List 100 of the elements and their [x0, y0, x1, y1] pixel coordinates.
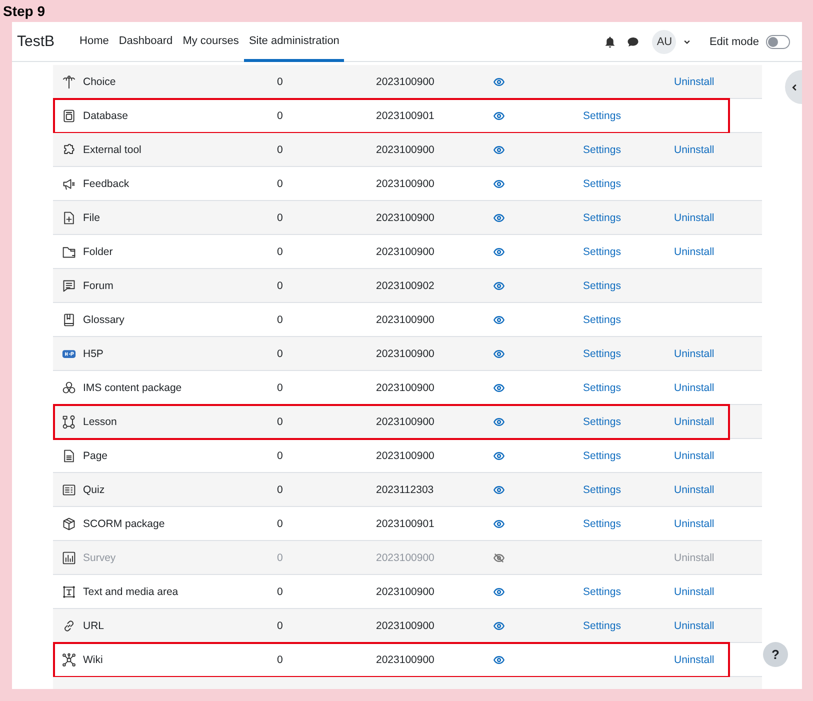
- usage-count: 0: [277, 314, 284, 326]
- uninstall-link[interactable]: Uninstall: [674, 76, 714, 88]
- uninstall-link[interactable]: Uninstall: [674, 348, 714, 360]
- settings-link[interactable]: Settings: [583, 348, 621, 360]
- eye-icon[interactable]: [493, 314, 505, 326]
- eye-icon[interactable]: [493, 144, 505, 156]
- eye-slash-icon[interactable]: [493, 552, 505, 564]
- eye-icon[interactable]: [493, 178, 505, 190]
- chevron-left-icon: [790, 82, 799, 92]
- uninstall-link[interactable]: Uninstall: [674, 144, 714, 156]
- settings-link[interactable]: Settings: [583, 144, 621, 156]
- plugin-name: Database: [83, 110, 129, 122]
- text-frame-icon: [62, 584, 76, 598]
- edit-mode-toggle[interactable]: [766, 34, 790, 48]
- settings-link[interactable]: Settings: [583, 280, 621, 292]
- usage-count: 0: [277, 76, 284, 88]
- version-number: 2023100900: [376, 76, 436, 88]
- chat-icon[interactable]: [627, 36, 640, 48]
- settings-link[interactable]: Settings: [583, 110, 621, 122]
- help-button[interactable]: ?: [763, 642, 788, 667]
- eye-icon[interactable]: [493, 620, 505, 632]
- nav-link[interactable]: Home: [74, 22, 114, 62]
- settings-link[interactable]: Settings: [583, 178, 621, 190]
- user-avatar[interactable]: AU: [652, 30, 676, 54]
- bell-icon[interactable]: [604, 36, 616, 48]
- settings-link[interactable]: Settings: [583, 518, 621, 530]
- uninstall-link[interactable]: Uninstall: [674, 552, 714, 564]
- nav-link[interactable]: Site administration: [244, 22, 344, 62]
- settings-link[interactable]: Settings: [583, 450, 621, 462]
- usage-count: 0: [277, 484, 284, 496]
- plugin-name: Feedback: [83, 178, 130, 190]
- usage-count: 0: [277, 348, 284, 360]
- uninstall-link[interactable]: Uninstall: [674, 246, 714, 258]
- eye-icon[interactable]: [493, 416, 505, 428]
- uninstall-link[interactable]: Uninstall: [674, 484, 714, 496]
- eye-icon[interactable]: [493, 110, 505, 122]
- plugin-name: IMS content package: [83, 382, 183, 394]
- eye-icon[interactable]: [493, 382, 505, 394]
- version-number: 2023100900: [376, 178, 436, 190]
- document-icon: [62, 448, 76, 462]
- version-number: 2023112303: [376, 484, 435, 496]
- eye-icon[interactable]: [493, 586, 505, 598]
- list-icon: [62, 482, 76, 496]
- settings-link[interactable]: Settings: [583, 246, 621, 258]
- settings-link[interactable]: Settings: [583, 382, 621, 394]
- plugin-name: File: [83, 212, 101, 224]
- uninstall-link[interactable]: Uninstall: [674, 620, 714, 632]
- nav-link[interactable]: My courses: [178, 22, 244, 62]
- uninstall-link[interactable]: Uninstall: [674, 382, 714, 394]
- version-number: 2023100900: [376, 450, 436, 462]
- signpost-icon: [62, 74, 76, 88]
- uninstall-link[interactable]: Uninstall: [674, 416, 714, 428]
- eye-icon[interactable]: [493, 518, 505, 530]
- usage-count: 0: [277, 620, 284, 632]
- database-icon: [62, 108, 76, 122]
- link-icon: [62, 618, 76, 632]
- version-number: 2023100900: [376, 144, 436, 156]
- site-name[interactable]: TestB: [17, 33, 55, 50]
- version-number: 2023100900: [376, 246, 436, 258]
- version-number: 2023100900: [376, 552, 436, 564]
- eye-icon[interactable]: [493, 212, 505, 224]
- uninstall-link[interactable]: Uninstall: [674, 586, 714, 598]
- usage-count: 0: [277, 416, 284, 428]
- caret-icon[interactable]: [683, 38, 692, 46]
- file-plus-icon: [62, 210, 76, 224]
- uninstall-link[interactable]: Uninstall: [674, 518, 714, 530]
- version-number: 2023100900: [376, 314, 436, 326]
- plugin-name: SCORM package: [83, 518, 166, 530]
- uninstall-link[interactable]: Uninstall: [674, 654, 714, 666]
- usage-count: 0: [277, 654, 284, 666]
- eye-icon[interactable]: [493, 484, 505, 496]
- plugin-name: Folder: [83, 246, 114, 258]
- nodes-icon: [62, 414, 76, 428]
- speech-bubble-icon: [62, 278, 76, 292]
- plugin-name: Glossary: [83, 314, 126, 326]
- nav-link[interactable]: Dashboard: [114, 22, 178, 62]
- settings-link[interactable]: Settings: [583, 484, 621, 496]
- megaphone-icon: [62, 176, 76, 190]
- eye-icon[interactable]: [493, 654, 505, 666]
- eye-icon[interactable]: [493, 76, 505, 88]
- settings-link[interactable]: Settings: [583, 416, 621, 428]
- eye-icon[interactable]: [493, 450, 505, 462]
- settings-link[interactable]: Settings: [583, 314, 621, 326]
- plugin-name: Text and media area: [83, 586, 180, 598]
- eye-icon[interactable]: [493, 348, 505, 360]
- eye-icon[interactable]: [493, 246, 505, 258]
- usage-count: 0: [277, 552, 284, 564]
- usage-count: 0: [277, 178, 284, 190]
- plugin-name: Quiz: [83, 484, 106, 496]
- usage-count: 0: [277, 144, 284, 156]
- puzzle-icon: [62, 142, 76, 156]
- uninstall-link[interactable]: Uninstall: [674, 212, 714, 224]
- edit-mode-label: Edit mode: [709, 36, 759, 48]
- eye-icon[interactable]: [493, 280, 505, 292]
- uninstall-link[interactable]: Uninstall: [674, 450, 714, 462]
- settings-link[interactable]: Settings: [583, 620, 621, 632]
- settings-link[interactable]: Settings: [583, 586, 621, 598]
- version-number: 2023100901: [376, 518, 436, 530]
- plugin-name: Survey: [83, 552, 117, 564]
- settings-link[interactable]: Settings: [583, 212, 621, 224]
